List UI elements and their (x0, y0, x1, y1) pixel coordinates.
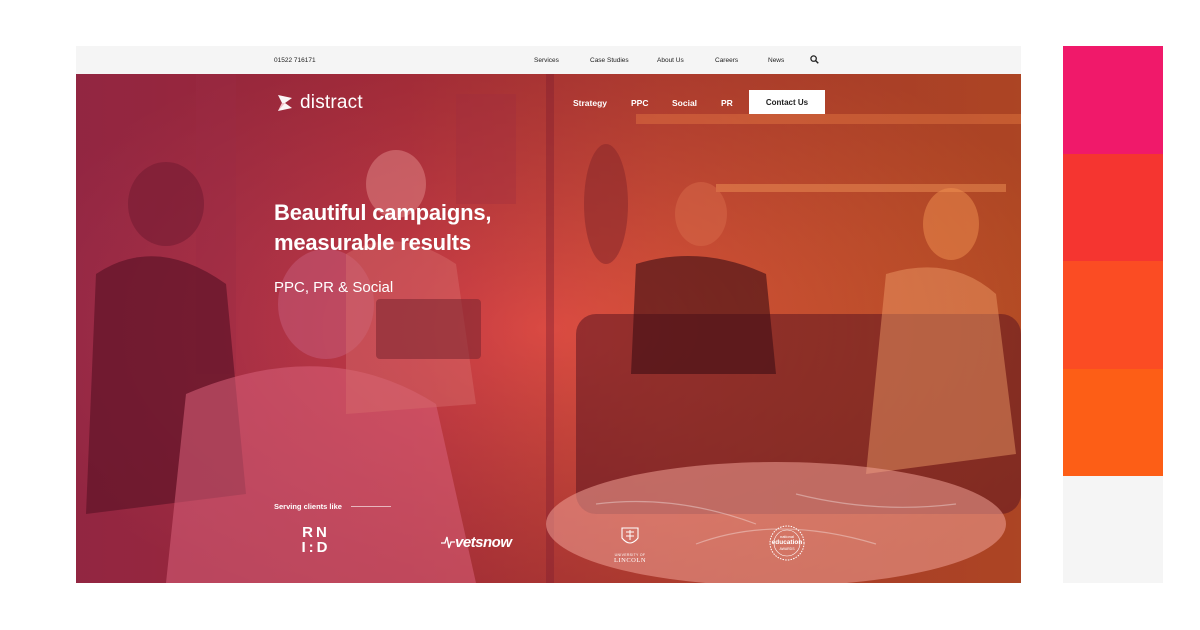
lincoln-line-2: LINCOLN (613, 557, 647, 564)
hero-section: distract Strategy PPC Social PR Contact … (76, 74, 1021, 583)
serving-divider (351, 506, 391, 507)
utility-bar: 01522 716171 Services Case Studies About… (76, 46, 1021, 74)
hero-headline: Beautiful campaigns, measurable results (274, 198, 604, 258)
heartbeat-icon (441, 536, 455, 549)
website-screenshot: 01522 716171 Services Case Studies About… (76, 46, 1021, 583)
client-logo-university-of-lincoln: UNIVERSITY OF LINCOLN (610, 526, 650, 564)
palette-swatch-2 (1063, 154, 1163, 261)
topnav-case-studies[interactable]: Case Studies (590, 57, 629, 64)
headline-line-2: measurable results (274, 230, 471, 255)
search-icon[interactable] (810, 55, 819, 64)
palette-swatch-3 (1063, 261, 1163, 369)
palette-swatch-1 (1063, 46, 1163, 154)
nea-line-3: AWARDS (779, 547, 795, 551)
logo-wordmark: distract (300, 92, 363, 113)
contact-us-button[interactable]: Contact Us (749, 90, 825, 114)
topnav-news[interactable]: News (768, 57, 784, 64)
phone-number[interactable]: 01522 716171 (274, 57, 316, 64)
topnav-careers[interactable]: Careers (715, 57, 738, 64)
nav-strategy[interactable]: Strategy (573, 98, 607, 108)
university-crest-icon (621, 527, 639, 544)
palette-swatch-4 (1063, 369, 1163, 476)
headline-line-1: Beautiful campaigns, (274, 200, 492, 225)
vetsnow-text: vetsnow (455, 534, 512, 551)
topnav-services[interactable]: Services (534, 57, 559, 64)
topnav-about-us[interactable]: About Us (657, 57, 684, 64)
hero-subhead: PPC, PR & Social (274, 279, 394, 296)
serving-clients-label: Serving clients like (274, 502, 342, 511)
distract-logo[interactable]: distract (274, 92, 363, 114)
nav-pr[interactable]: PR (721, 98, 733, 108)
rnid-line-1: RN (302, 524, 330, 541)
client-logo-rnid: RN I:D (296, 525, 336, 555)
hero-photo (76, 74, 1021, 583)
nav-social[interactable]: Social (672, 98, 697, 108)
client-logo-vetsnow: vetsnow (441, 534, 512, 551)
distract-logo-mark-icon (278, 95, 292, 111)
palette-swatch-5 (1063, 476, 1163, 583)
client-logo-national-education-awards: national education AWARDS (768, 524, 806, 562)
nav-ppc[interactable]: PPC (631, 98, 648, 108)
rnid-line-2: I:D (301, 539, 331, 556)
